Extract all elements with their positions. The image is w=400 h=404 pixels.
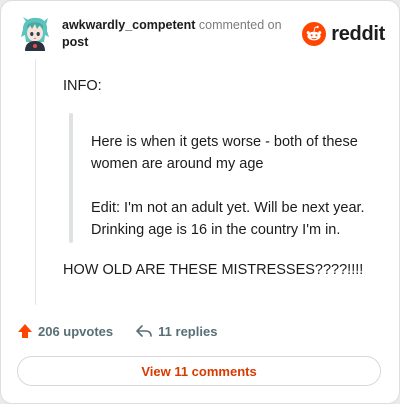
reddit-snoo-icon <box>302 22 327 46</box>
comment-actions: 206 upvotes 11 replies <box>17 319 217 343</box>
upvote-button[interactable]: 206 upvotes <box>17 323 113 339</box>
post-link[interactable]: post <box>62 35 88 49</box>
comment-card: awkwardly_competent commented on post re… <box>0 0 400 404</box>
username-link[interactable]: awkwardly_competent <box>62 18 195 32</box>
avatar[interactable] <box>17 15 53 51</box>
replies-label: 11 replies <box>158 323 218 339</box>
reddit-brand[interactable]: reddit <box>302 21 385 47</box>
thread-line <box>35 59 36 305</box>
comment-meta: awkwardly_competent commented on post <box>62 17 302 51</box>
upvote-arrow-icon <box>18 324 32 338</box>
blockquote: Here is when it gets worse - both of the… <box>91 131 391 241</box>
action-text: commented on <box>198 18 282 32</box>
quote-paragraph: Edit: I'm not an adult yet. Will be next… <box>91 200 365 238</box>
quote-paragraph: Here is when it gets worse - both of the… <box>91 134 358 172</box>
blockquote-bar <box>69 113 73 243</box>
closing-line: HOW OLD ARE THESE MISTRESSES????!!!! <box>63 262 364 278</box>
anime-avatar-icon <box>17 15 53 51</box>
comment-header: awkwardly_competent commented on post re… <box>15 15 385 55</box>
upvotes-label: 206 upvotes <box>38 323 114 339</box>
reddit-wordmark: reddit <box>331 22 385 45</box>
replies-button[interactable]: 11 replies <box>135 323 217 339</box>
view-comments-button[interactable]: View 11 comments <box>17 356 381 386</box>
info-label: INFO: <box>63 78 102 94</box>
reply-arrow-icon <box>136 325 152 337</box>
